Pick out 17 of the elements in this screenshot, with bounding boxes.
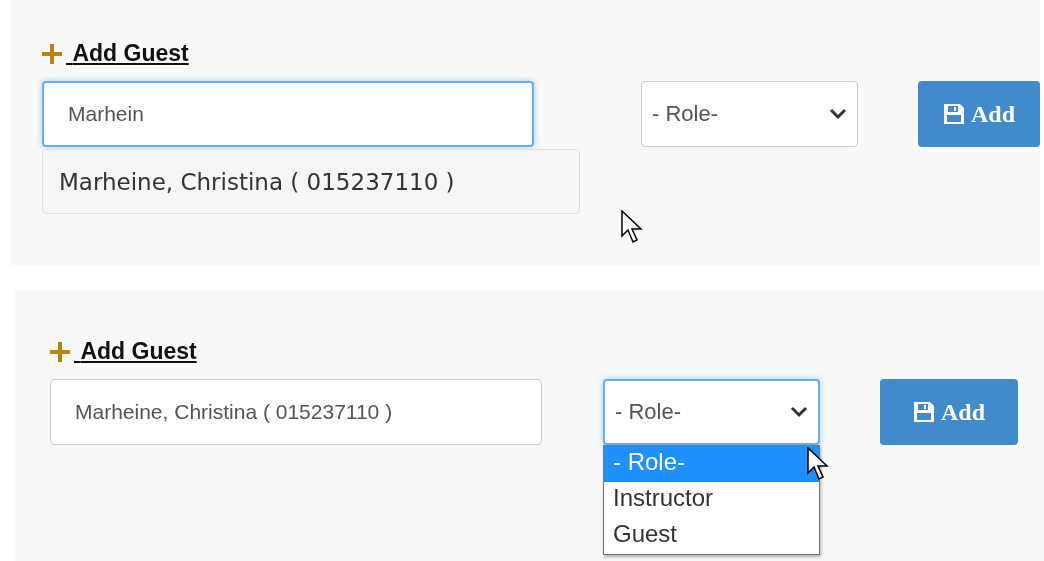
plus-icon: [42, 43, 62, 64]
save-icon: [943, 103, 965, 125]
chevron-down-icon: [829, 108, 847, 120]
plus-icon: [50, 341, 70, 362]
add-guest-link[interactable]: Add Guest: [42, 40, 189, 67]
name-field[interactable]: Marheine, Christina ( 015237110 ): [50, 379, 542, 445]
add-button[interactable]: Add: [880, 379, 1018, 445]
dropdown-option[interactable]: Guest: [604, 518, 819, 554]
dropdown-option[interactable]: Instructor: [604, 482, 819, 518]
chevron-down-icon: [790, 406, 808, 418]
add-button[interactable]: Add: [918, 81, 1040, 147]
role-select[interactable]: - Role-: [641, 81, 858, 147]
save-icon: [913, 401, 935, 423]
name-field[interactable]: Marhein: [42, 81, 534, 147]
add-guest-link[interactable]: Add Guest: [50, 338, 197, 365]
role-select[interactable]: - Role-: [603, 379, 820, 445]
suggestion-item[interactable]: Marheine, Christina ( 015237110 ): [42, 149, 580, 214]
